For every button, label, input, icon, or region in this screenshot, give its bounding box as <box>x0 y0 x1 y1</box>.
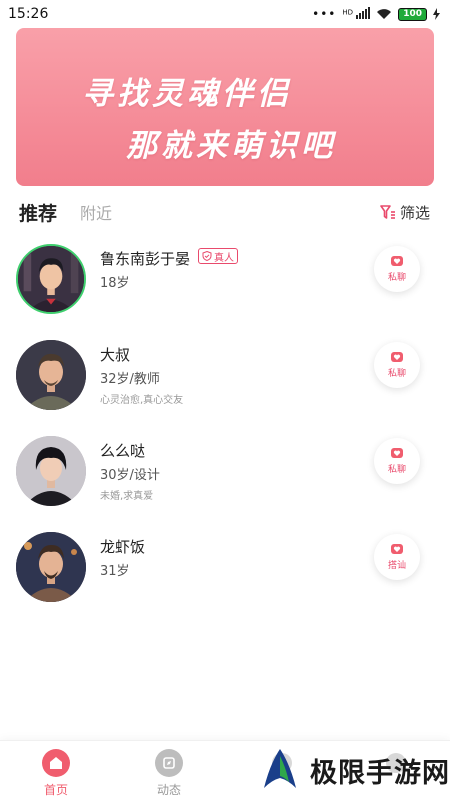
user-card[interactable]: 龙虾饭 31岁 搭讪 <box>0 524 450 620</box>
avatar[interactable] <box>16 436 86 506</box>
battery-icon: 100 <box>398 7 427 21</box>
user-tagline: 未婚,求真爱 <box>100 491 154 502</box>
notification-dots-icon: ••• <box>312 7 337 21</box>
user-card[interactable]: 鲁东南彭于晏 真人 18岁 私聊 <box>0 236 450 332</box>
compass-icon <box>155 749 183 777</box>
user-info: 18岁 <box>100 276 130 291</box>
network-signal-icon: HD <box>342 6 371 22</box>
wifi-icon <box>377 9 392 19</box>
user-name: 么么哒 <box>100 442 146 460</box>
nav-feed-label: 动态 <box>156 783 181 797</box>
user-info: 30岁/设计 <box>100 468 160 483</box>
private-chat-label: 私聊 <box>387 368 406 379</box>
user-name: 龙虾饭 <box>100 538 146 556</box>
avatar-image <box>16 532 86 602</box>
heart-chat-icon <box>391 447 403 458</box>
user-tagline: 心灵治愈,真心交友 <box>100 395 184 406</box>
private-chat-button[interactable]: 私聊 <box>374 438 420 484</box>
avatar-image <box>16 436 86 506</box>
promo-banner[interactable]: 寻找灵魂伴侣 那就来萌识吧 <box>16 28 434 186</box>
shield-check-icon <box>202 251 212 261</box>
heart-chat-icon <box>391 255 403 266</box>
nav-home-label: 首页 <box>43 783 68 797</box>
avatar-image <box>16 340 86 410</box>
user-name: 鲁东南彭于晏 <box>100 250 191 268</box>
status-icons: ••• HD 100 <box>312 6 440 22</box>
tab-nearby[interactable]: 附近 <box>80 200 112 224</box>
private-chat-button[interactable]: 私聊 <box>374 342 420 388</box>
verified-badge-label: 真人 <box>214 252 234 264</box>
nav-feed[interactable]: 动态 <box>139 749 199 798</box>
verified-badge: 真人 <box>198 248 238 264</box>
avatar[interactable] <box>16 244 86 314</box>
user-list: 鲁东南彭于晏 真人 18岁 私聊 大叔 32岁/教师 心灵治愈,真心交友 私聊 … <box>0 236 450 620</box>
private-chat-button[interactable]: 私聊 <box>374 246 420 292</box>
network-type-label: HD <box>342 8 354 17</box>
user-card[interactable]: 么么哒 30岁/设计 未婚,求真爱 私聊 <box>0 428 450 524</box>
user-info: 32岁/教师 <box>100 372 160 387</box>
heart-chat-icon <box>391 543 403 554</box>
avatar-image <box>18 246 84 312</box>
greet-button[interactable]: 搭讪 <box>374 534 420 580</box>
filter-button[interactable]: 筛选 <box>380 202 430 223</box>
banner-headline: 寻找灵魂伴侣 <box>82 76 292 112</box>
tab-recommend[interactable]: 推荐 <box>19 199 57 226</box>
tab-bar: 推荐 附近 筛选 <box>0 196 450 228</box>
avatar[interactable] <box>16 532 86 602</box>
greet-label: 搭讪 <box>387 560 406 571</box>
site-watermark: 极限手游网 <box>256 746 450 794</box>
filter-icon <box>380 205 395 219</box>
banner-subheadline: 那就来萌识吧 <box>126 128 336 164</box>
charging-icon <box>433 8 440 20</box>
heart-chat-icon <box>391 351 403 362</box>
avatar[interactable] <box>16 340 86 410</box>
filter-label: 筛选 <box>399 203 430 222</box>
status-time: 15:26 <box>8 6 49 22</box>
private-chat-label: 私聊 <box>387 272 406 283</box>
status-bar: 15:26 ••• HD 100 <box>0 0 450 28</box>
watermark-text: 极限手游网 <box>310 757 450 789</box>
watermark-logo-icon <box>264 749 296 788</box>
nav-home[interactable]: 首页 <box>26 749 86 798</box>
user-card[interactable]: 大叔 32岁/教师 心灵治愈,真心交友 私聊 <box>0 332 450 428</box>
user-name: 大叔 <box>100 346 131 364</box>
private-chat-label: 私聊 <box>387 464 406 475</box>
user-info: 31岁 <box>100 564 130 579</box>
home-icon <box>42 749 70 777</box>
